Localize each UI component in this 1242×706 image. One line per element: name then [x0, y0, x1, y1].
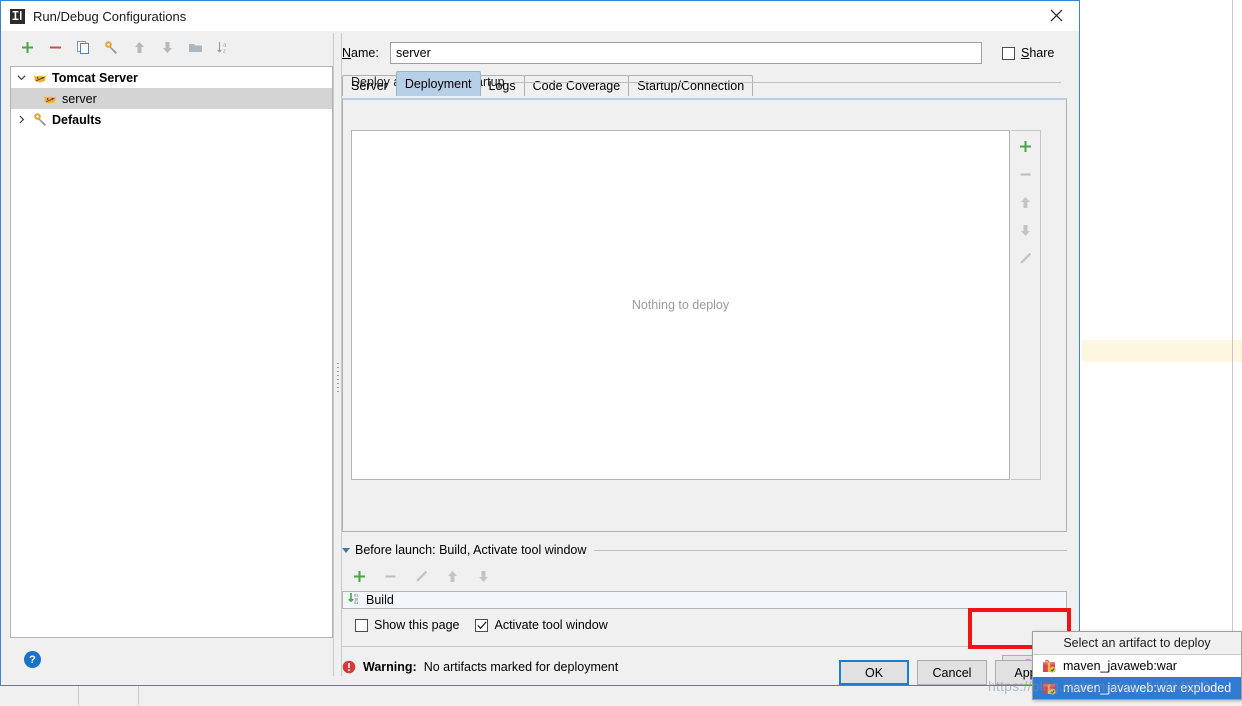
- arrow-up-icon: [443, 567, 461, 585]
- editor-gutter-line: [1232, 0, 1233, 705]
- warning-prefix: Warning:: [363, 660, 417, 674]
- share-label: Share: [1021, 46, 1055, 60]
- status-badge: Warning: No artifacts marked for deploym…: [342, 660, 618, 674]
- artifact-icon: [1041, 658, 1057, 674]
- help-icon[interactable]: ?: [24, 651, 41, 668]
- deployment-artifacts-list[interactable]: Nothing to deploy: [351, 130, 1010, 480]
- arrow-down-icon: [474, 567, 492, 585]
- checkmark-icon: [477, 621, 487, 629]
- empty-state-text: Nothing to deploy: [631, 298, 730, 312]
- wrench-icon: [31, 112, 49, 128]
- minus-icon: [1017, 165, 1035, 183]
- tree-item-tomcat-server[interactable]: Tomcat Server: [11, 67, 332, 88]
- popup-title: Select an artifact to deploy: [1033, 632, 1241, 655]
- deployment-list-toolbar: [1011, 130, 1041, 480]
- minus-icon: [381, 567, 399, 585]
- plus-icon[interactable]: [18, 38, 36, 56]
- dialog-title-bar: Run/Debug Configurations: [1, 1, 1079, 31]
- legend-divider: [512, 81, 1061, 83]
- folder-icon[interactable]: [186, 38, 204, 56]
- chevron-right-icon[interactable]: [11, 115, 31, 124]
- collapse-triangle-icon[interactable]: [342, 547, 350, 553]
- configurations-tree[interactable]: Tomcat Server server Defaults: [10, 66, 333, 638]
- before-launch-task-list[interactable]: 01 10 01 Build: [342, 591, 1067, 609]
- show-this-page-label: Show this page: [374, 618, 460, 632]
- intellij-idea-icon: [9, 8, 25, 24]
- arrow-down-icon: [1017, 221, 1035, 239]
- help-icon-label: ?: [29, 653, 36, 666]
- plus-icon[interactable]: [350, 567, 368, 585]
- pencil-icon: [412, 567, 430, 585]
- configurations-toolbar: a z: [10, 33, 333, 61]
- editor-highlight-strip: [1082, 340, 1242, 362]
- tree-item-label: Tomcat Server: [52, 70, 138, 85]
- splitter-grip: [337, 363, 339, 395]
- svg-text:01: 01: [354, 601, 358, 605]
- build-icon: 01 10 01: [347, 592, 362, 609]
- popup-item-maven-javaweb-war-exploded[interactable]: maven_javaweb:war exploded: [1033, 677, 1241, 699]
- footer-divider: [342, 646, 1067, 647]
- plus-icon[interactable]: [1017, 137, 1035, 155]
- tree-item-server[interactable]: server: [11, 88, 332, 109]
- name-label: Name:: [342, 46, 379, 60]
- page-title: Run/Debug Configurations: [33, 8, 187, 24]
- minus-icon[interactable]: [46, 38, 64, 56]
- share-checkbox[interactable]: Share: [1002, 46, 1054, 60]
- run-debug-configurations-dialog: Run/Debug Configurations a z Tomcat Serv…: [0, 0, 1080, 686]
- activate-tool-window-checkbox[interactable]: Activate tool window: [475, 618, 608, 632]
- before-launch-options: Show this page Activate tool window: [355, 618, 1067, 632]
- ok-button[interactable]: OK: [839, 660, 909, 685]
- warning-icon: [342, 660, 356, 674]
- share-checkbox-box[interactable]: [1002, 46, 1015, 60]
- arrow-up-icon: [1017, 193, 1035, 211]
- chevron-down-icon[interactable]: [11, 73, 31, 82]
- sort-az-icon[interactable]: a z: [214, 38, 232, 56]
- arrow-up-icon[interactable]: [130, 38, 148, 56]
- popup-item-maven-javaweb-war[interactable]: maven_javaweb:war: [1033, 655, 1241, 677]
- warning-message: No artifacts marked for deployment: [423, 660, 619, 674]
- taskbar-divider: [78, 684, 79, 705]
- artifact-icon: [1041, 680, 1057, 696]
- close-icon[interactable]: [1033, 1, 1079, 30]
- wrench-icon[interactable]: [102, 38, 120, 56]
- before-launch-toolbar: [350, 565, 1067, 587]
- tomcat-icon: [31, 70, 49, 86]
- panel-splitter[interactable]: [333, 33, 342, 676]
- select-artifact-popup: Select an artifact to deploy maven_javaw…: [1032, 631, 1242, 700]
- name-row: Name: Share: [342, 42, 1078, 64]
- popup-item-label: maven_javaweb:war: [1063, 659, 1177, 673]
- tree-item-label: server: [62, 91, 97, 106]
- legend-divider: [594, 549, 1067, 551]
- popup-item-list: maven_javaweb:war maven_javaweb:war expl…: [1033, 655, 1241, 699]
- tab-deployment[interactable]: Deployment: [395, 71, 481, 96]
- task-label: Build: [366, 593, 394, 607]
- tomcat-icon: [41, 91, 59, 107]
- tree-item-defaults[interactable]: Defaults: [11, 109, 332, 130]
- taskbar-divider: [138, 684, 139, 705]
- tree-item-label: Defaults: [52, 112, 102, 127]
- activate-tool-window-label: Activate tool window: [494, 618, 608, 632]
- arrow-down-icon[interactable]: [158, 38, 176, 56]
- before-launch-label: Before launch: Build, Activate tool wind…: [355, 543, 587, 557]
- cancel-button[interactable]: Cancel: [917, 660, 987, 685]
- popup-item-label: maven_javaweb:war exploded: [1063, 681, 1232, 695]
- svg-text:z: z: [223, 48, 226, 54]
- show-this-page-checkbox[interactable]: Show this page: [355, 618, 459, 632]
- configuration-editor-panel: Name: Share Server Deployment Logs Code …: [342, 33, 1078, 685]
- pencil-icon: [1017, 249, 1035, 267]
- copy-icon[interactable]: [74, 38, 92, 56]
- name-input[interactable]: [390, 42, 982, 64]
- before-launch-legend: Before launch: Build, Activate tool wind…: [342, 543, 1067, 557]
- activate-tool-window-box[interactable]: [475, 618, 489, 632]
- before-launch-section: Before launch: Build, Activate tool wind…: [342, 543, 1067, 632]
- show-this-page-box[interactable]: [355, 618, 368, 632]
- configurations-panel: a z Tomcat Server server Defaults ?: [10, 33, 333, 676]
